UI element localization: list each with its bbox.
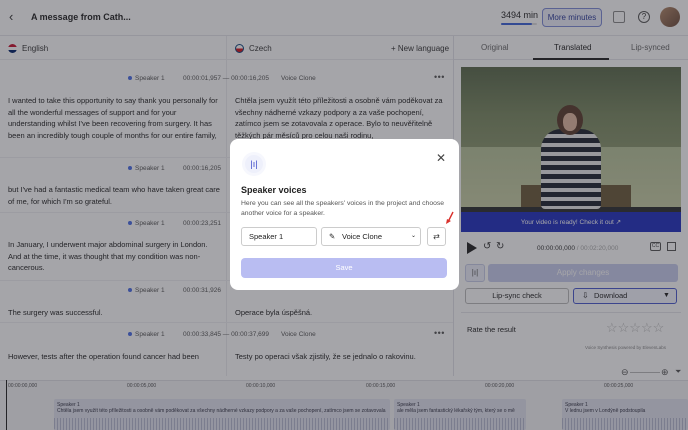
voice-settings-button[interactable]: ⇄ [427, 227, 446, 246]
close-icon[interactable]: ✕ [436, 151, 446, 165]
sliders-icon: ⇄ [433, 232, 440, 241]
voice-select[interactable]: ✎ Voice Clone ⌄ [321, 227, 421, 246]
speaker-name-field[interactable]: Speaker 1 [241, 227, 317, 246]
red-arrow-annotation [446, 211, 454, 224]
modal-description: Here you can see all the speakers' voice… [241, 200, 445, 217]
modal-title: Speaker voices [241, 185, 307, 195]
voice-clone-icon: ✎ [329, 232, 336, 241]
chevron-down-icon: ⌄ [411, 233, 417, 239]
voice-select-value: Voice Clone [342, 232, 383, 241]
save-button[interactable]: Save [241, 258, 447, 278]
waveform-icon: |ı| [242, 152, 266, 176]
